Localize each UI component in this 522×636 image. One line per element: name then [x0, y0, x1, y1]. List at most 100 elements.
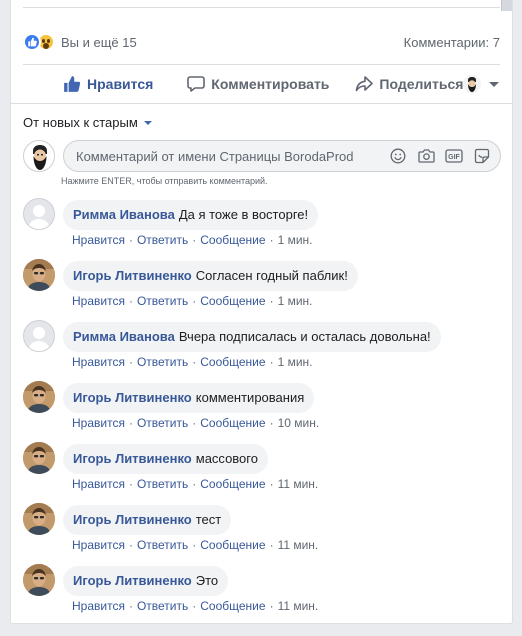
comment-author-link[interactable]: Игорь Литвиненко	[73, 268, 192, 283]
comment-timestamp[interactable]: 1 мин.	[278, 355, 313, 369]
comment-reply-link[interactable]: Ответить	[137, 233, 188, 247]
page-avatar	[23, 140, 55, 172]
chevron-down-icon	[489, 81, 500, 87]
comment-item: Римма Иванова Да я тоже в восторге! Нрави…	[23, 198, 503, 259]
comment-bubble: Игорь Литвиненко Согласен годный паблик!	[63, 261, 358, 291]
comment-reply-link[interactable]: Ответить	[137, 416, 188, 430]
comment-author-link[interactable]: Римма Иванова	[73, 207, 175, 222]
comment-reply-link[interactable]: Ответить	[137, 355, 188, 369]
comment-author-link[interactable]: Игорь Литвиненко	[73, 390, 192, 405]
comment-text: Это	[195, 573, 219, 588]
comment-actions: Нравится · Ответить · Сообщение · 1 мин.	[72, 233, 313, 247]
comment-reply-link[interactable]: Ответить	[137, 599, 188, 613]
commenter-avatar[interactable]	[23, 381, 55, 413]
comment-like-link[interactable]: Нравится	[72, 477, 125, 491]
camera-icon[interactable]	[416, 146, 436, 166]
comment-like-link[interactable]: Нравится	[72, 233, 125, 247]
comment-sort-dropdown[interactable]: От новых к старым	[23, 115, 152, 130]
commenter-avatar[interactable]	[23, 503, 55, 535]
comment-reply-link[interactable]: Ответить	[137, 294, 188, 308]
comment-item: Игорь Литвиненко Это Нравится · Ответить · …	[23, 564, 503, 625]
comment-reply-link[interactable]: Ответить	[137, 538, 188, 552]
comment-input-box[interactable]: GIF	[63, 140, 501, 172]
comment-timestamp[interactable]: 11 мин.	[278, 599, 319, 613]
comment-message-link[interactable]: Сообщение	[200, 599, 265, 613]
comment-bubble: Римма Иванова Вчера подписалась и осталас…	[63, 322, 441, 352]
comment-timestamp[interactable]: 10 мин.	[278, 416, 320, 430]
comment-item: Игорь Литвиненко Согласен годный паблик! …	[23, 259, 503, 320]
comment-message-link[interactable]: Сообщение	[200, 416, 265, 430]
comment-like-link[interactable]: Нравится	[72, 416, 125, 430]
comment-bubble: Игорь Литвиненко комментирования	[63, 383, 315, 413]
comment-like-link[interactable]: Нравится	[72, 294, 125, 308]
comments-list: Римма Иванова Да я тоже в восторге! Нрави…	[23, 198, 503, 625]
comment-input[interactable]	[76, 148, 380, 164]
commenter-avatar[interactable]	[23, 442, 55, 474]
gif-icon[interactable]: GIF	[444, 146, 464, 166]
comment-bubble: Игорь Литвиненко Это	[63, 566, 229, 596]
sticker-icon[interactable]	[472, 146, 492, 166]
comment-icon	[187, 76, 206, 92]
comment-actions: Нравится · Ответить · Сообщение · 11 мин.	[72, 599, 319, 613]
share-button-label: Поделиться	[379, 76, 464, 92]
comment-actions: Нравится · Ответить · Сообщение · 1 мин.	[72, 294, 313, 308]
comment-like-link[interactable]: Нравится	[72, 599, 125, 613]
comment-bubble: Римма Иванова Да я тоже в восторге!	[63, 200, 319, 230]
like-button-label: Нравится	[87, 76, 154, 92]
commenter-avatar[interactable]	[23, 320, 55, 352]
comment-author-link[interactable]: Римма Иванова	[73, 329, 175, 344]
comment-message-link[interactable]: Сообщение	[200, 355, 265, 369]
scrollbar[interactable]	[501, 0, 512, 11]
comment-button[interactable]: Комментировать	[187, 54, 329, 115]
sort-label: От новых к старым	[23, 115, 138, 130]
comment-author-link[interactable]: Игорь Литвиненко	[73, 451, 192, 466]
comment-button-label: Комментировать	[211, 76, 330, 92]
comment-timestamp[interactable]: 1 мин.	[278, 233, 313, 247]
reactions-row: Вы и ещё 15 Комментарии: 7	[23, 30, 500, 54]
commenter-avatar[interactable]	[23, 564, 55, 596]
comment-bubble: Игорь Литвиненко тест	[63, 505, 232, 535]
emoji-icon[interactable]	[388, 146, 408, 166]
svg-text:GIF: GIF	[448, 154, 460, 161]
like-button[interactable]: Нравится	[63, 75, 153, 93]
comment-bubble: Игорь Литвиненко массового	[63, 444, 268, 474]
comment-actions: Нравится · Ответить · Сообщение · 10 мин.	[72, 416, 320, 430]
post-footer-card: Вы и ещё 15 Комментарии: 7 Нравится Комм…	[10, 0, 513, 624]
comment-text: Да я тоже в восторге!	[178, 207, 309, 222]
composer-icons: GIF	[380, 146, 500, 166]
comment-message-link[interactable]: Сообщение	[200, 538, 265, 552]
comment-author-link[interactable]: Игорь Литвиненко	[73, 512, 192, 527]
comment-author-link[interactable]: Игорь Литвиненко	[73, 573, 192, 588]
commenter-avatar[interactable]	[23, 259, 55, 291]
top-divider	[23, 7, 500, 8]
comment-message-link[interactable]: Сообщение	[200, 477, 265, 491]
comments-count-link[interactable]: Комментарии: 7	[404, 35, 500, 50]
sort-chevron-down-icon	[143, 120, 152, 125]
comment-message-link[interactable]: Сообщение	[200, 233, 265, 247]
comment-text: комментирования	[195, 390, 305, 405]
post-actions-bar: Нравится Комментировать Поделиться	[23, 66, 500, 102]
comment-timestamp[interactable]: 11 мин.	[278, 538, 319, 552]
comment-timestamp[interactable]: 1 мин.	[278, 294, 313, 308]
comment-like-link[interactable]: Нравится	[72, 538, 125, 552]
share-icon	[356, 76, 374, 92]
comment-item: Игорь Литвиненко комментирования Нравится…	[23, 381, 503, 442]
identity-switcher[interactable]	[463, 75, 500, 93]
actions-bottom-divider	[11, 103, 512, 104]
comment-reply-link[interactable]: Ответить	[137, 477, 188, 491]
reactions-summary[interactable]: Вы и ещё 15	[23, 33, 137, 51]
comment-timestamp[interactable]: 11 мин.	[278, 477, 319, 491]
comment-item: Игорь Литвиненко массового Нравится · Отве…	[23, 442, 503, 503]
commenter-avatar[interactable]	[23, 198, 55, 230]
share-button[interactable]: Поделиться	[355, 75, 463, 93]
comment-text: Согласен годный паблик!	[195, 268, 348, 283]
comment-actions: Нравится · Ответить · Сообщение · 11 мин.	[72, 538, 319, 552]
page-mini-avatar	[463, 75, 482, 93]
comment-actions: Нравится · Ответить · Сообщение · 1 мин.	[72, 355, 313, 369]
comment-like-link[interactable]: Нравится	[72, 355, 125, 369]
comment-message-link[interactable]: Сообщение	[200, 294, 265, 308]
composer-hint: Нажмите ENTER, чтобы отправить комментар…	[61, 176, 268, 186]
comment-text: массового	[195, 451, 258, 466]
like-reaction-icon	[23, 33, 41, 51]
thumbs-up-icon	[64, 76, 81, 92]
